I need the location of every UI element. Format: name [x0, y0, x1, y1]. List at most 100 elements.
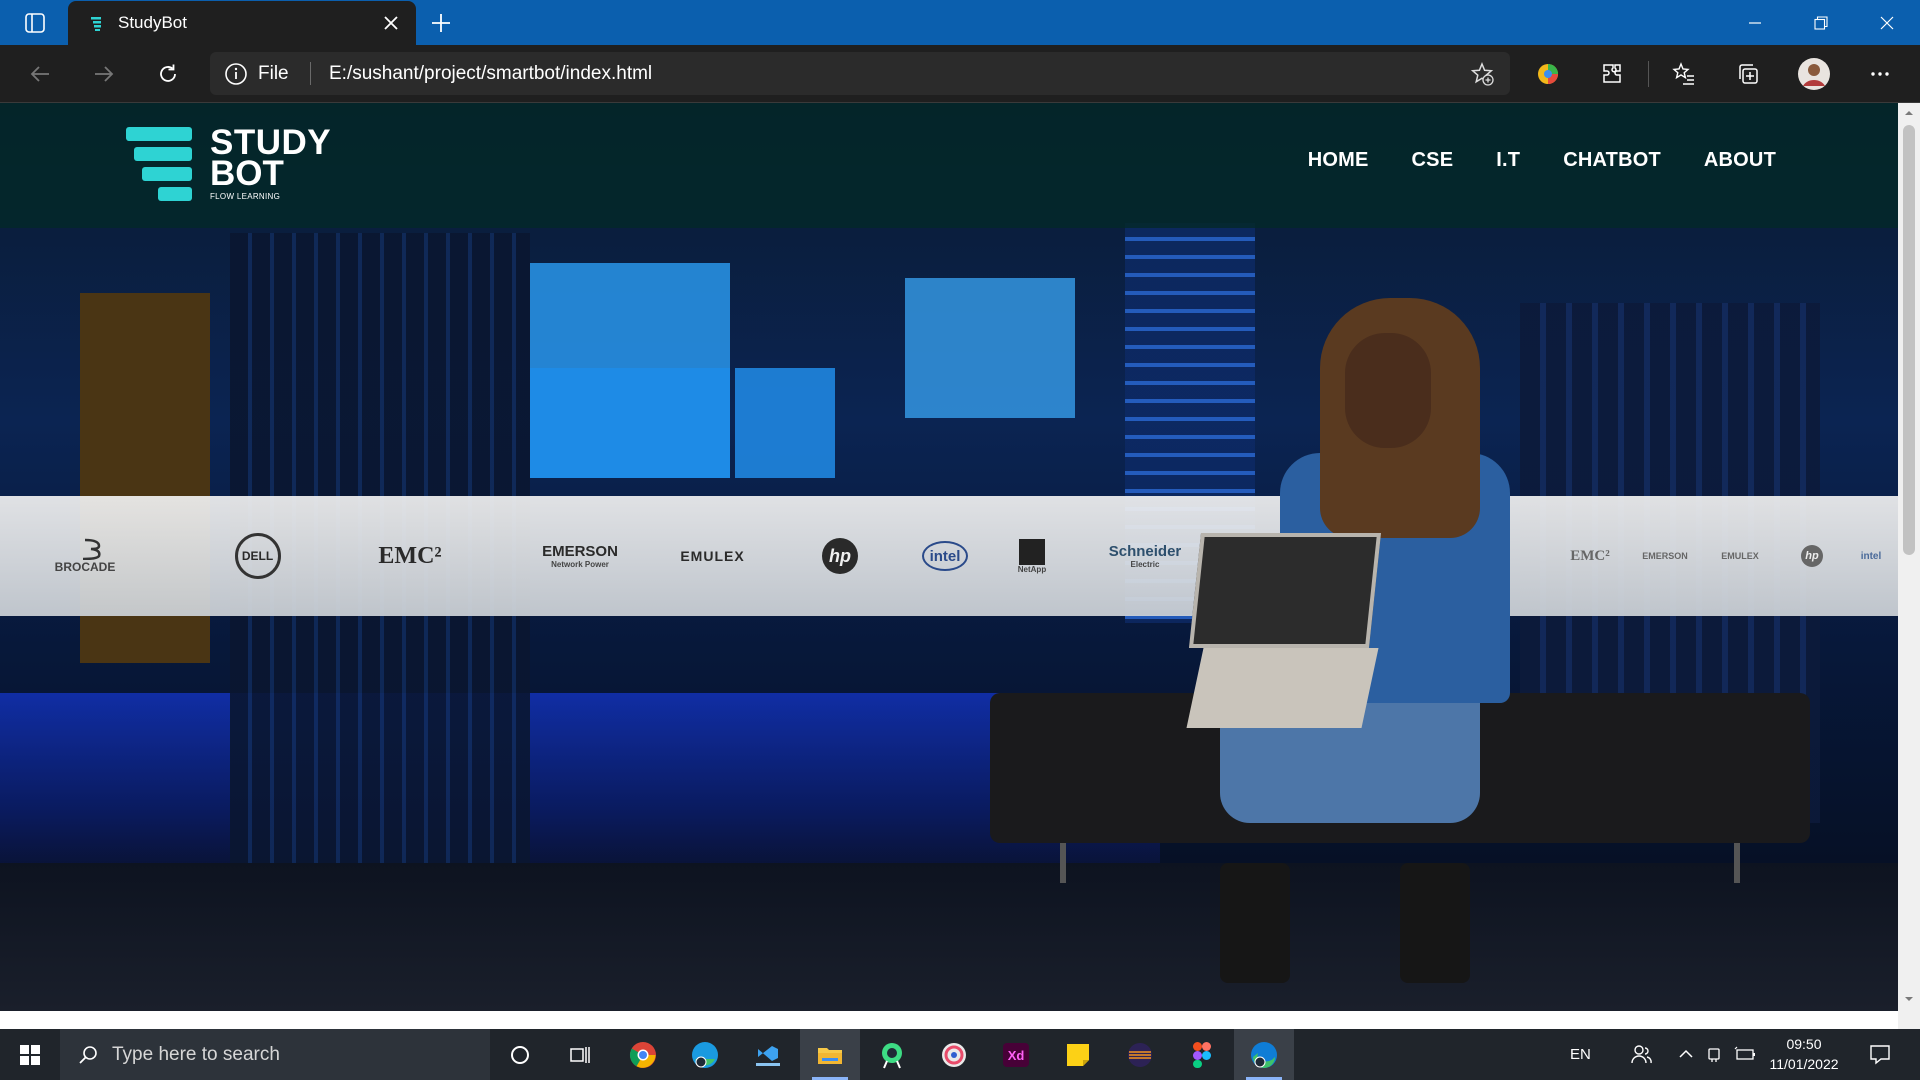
intel-logo: intel	[1860, 550, 1882, 562]
clock[interactable]: 09:50 11/01/2022	[1764, 1034, 1844, 1074]
studybot-favicon-icon	[91, 17, 101, 31]
logo-tagline: FLOW LEARNING	[210, 192, 281, 201]
language-indicator[interactable]: EN	[1570, 1029, 1591, 1080]
add-favorite-icon[interactable]	[1470, 62, 1494, 86]
intel-logo: intel	[920, 496, 970, 616]
figma-app[interactable]	[1172, 1029, 1232, 1080]
page-scrollbar[interactable]	[1898, 103, 1920, 1011]
eclipse-app[interactable]	[1110, 1029, 1170, 1080]
url-text[interactable]: E:/sushant/project/smartbot/index.html	[329, 52, 652, 95]
tab-close-button[interactable]	[380, 12, 402, 34]
nav-home[interactable]: HOME	[1308, 149, 1369, 172]
arrow-left-icon	[30, 66, 49, 82]
info-icon	[225, 62, 247, 85]
cortana-button[interactable]	[490, 1029, 550, 1080]
chevron-up-icon	[1679, 1049, 1693, 1058]
scroll-down-icon[interactable]	[1903, 993, 1915, 1005]
back-button[interactable]	[20, 54, 60, 94]
nav-about[interactable]: ABOUT	[1704, 149, 1776, 172]
address-bar[interactable]: File E:/sushant/project/smartbot/index.h…	[210, 52, 1510, 95]
site-info-button[interactable]: File	[224, 52, 289, 95]
forward-button[interactable]	[84, 54, 124, 94]
android-studio-app[interactable]	[862, 1029, 922, 1080]
close-icon	[1880, 16, 1894, 29]
browser-titlebar: StudyBot	[0, 0, 1920, 45]
davinci-icon	[942, 1042, 966, 1067]
android-studio-icon	[882, 1042, 902, 1068]
sticky-notes-icon	[1067, 1043, 1089, 1066]
chrome-app[interactable]	[613, 1029, 673, 1080]
file-explorer-icon	[818, 1047, 842, 1064]
davinci-app[interactable]	[924, 1029, 984, 1080]
site-info-label: File	[258, 62, 289, 84]
adobe-xd-app[interactable]: Xd	[986, 1029, 1046, 1080]
tab-actions-icon	[25, 12, 45, 33]
taskbar-search[interactable]: Type here to search	[60, 1029, 490, 1080]
site-nav: HOME CSE I.T CHATBOT ABOUT	[1308, 149, 1776, 172]
task-view-button[interactable]	[550, 1029, 610, 1080]
brand-banner: BROCADE DELL EMC² EMERSON Network Power …	[0, 496, 1898, 616]
arrow-right-icon	[95, 66, 114, 82]
battery-button[interactable]	[1733, 1042, 1757, 1066]
minimize-icon	[1749, 21, 1761, 24]
close-window-button[interactable]	[1854, 0, 1920, 45]
restore-button[interactable]	[1788, 0, 1854, 45]
vscode-app[interactable]	[738, 1029, 798, 1080]
emulex-logo: EMULEX	[1721, 551, 1759, 561]
emc-logo: EMC²	[378, 542, 442, 569]
network-button[interactable]	[1703, 1042, 1727, 1066]
eclipse-icon	[1128, 1042, 1152, 1067]
avatar	[1798, 58, 1830, 90]
hp-logo: hp	[820, 496, 860, 616]
nav-chatbot[interactable]: CHATBOT	[1563, 149, 1661, 172]
new-tab-button[interactable]	[424, 8, 458, 38]
show-hidden-icons-button[interactable]	[1674, 1042, 1698, 1066]
emerson-logo: EMERSON Network Power	[542, 543, 618, 569]
tab-actions-button[interactable]	[12, 6, 58, 39]
notification-icon	[1870, 1045, 1890, 1065]
file-explorer-app[interactable]	[800, 1029, 860, 1080]
task-view-icon	[570, 1046, 590, 1063]
settings-more-button[interactable]	[1862, 56, 1898, 92]
hero-laptop	[1188, 533, 1382, 648]
tab-title: StudyBot	[118, 13, 187, 32]
plus-icon	[432, 14, 450, 32]
profile-button[interactable]	[1796, 56, 1832, 92]
site-logo[interactable]: STUDY BOT FLOW LEARNING	[126, 125, 331, 207]
hero-monitor	[905, 278, 1075, 418]
figma-icon	[1193, 1041, 1211, 1068]
extension-colorful-button[interactable]	[1530, 56, 1566, 92]
close-icon	[384, 16, 398, 30]
collections-button[interactable]	[1730, 56, 1766, 92]
windows-logo-icon	[20, 1044, 40, 1065]
emerson-logo: EMERSON	[1642, 551, 1688, 561]
scroll-thumb[interactable]	[1903, 125, 1915, 555]
hero-person	[1400, 863, 1470, 983]
hero-person	[1220, 863, 1290, 983]
scroll-up-icon[interactable]	[1903, 107, 1915, 119]
refresh-icon	[160, 64, 176, 82]
hero-monitor	[530, 368, 730, 478]
people-button[interactable]	[1629, 1042, 1653, 1066]
minimize-button[interactable]	[1722, 0, 1788, 45]
favorites-button[interactable]	[1666, 56, 1702, 92]
edge-dev-app[interactable]	[675, 1029, 735, 1080]
browser-tab[interactable]: StudyBot	[68, 1, 416, 45]
refresh-button[interactable]	[148, 54, 188, 94]
cortana-icon	[511, 1045, 529, 1064]
page-viewport: BROCADE DELL EMC² EMERSON Network Power …	[0, 103, 1898, 1011]
color-extension-icon	[1538, 64, 1558, 84]
brocade-mark-icon	[82, 538, 101, 560]
toolbar-divider	[1648, 61, 1649, 87]
network-icon	[1708, 1048, 1720, 1062]
notifications-button[interactable]	[1868, 1042, 1892, 1066]
nav-cse[interactable]: CSE	[1412, 149, 1454, 172]
edge-app[interactable]	[1234, 1029, 1294, 1080]
nav-it[interactable]: I.T	[1496, 149, 1520, 172]
start-button[interactable]	[0, 1029, 60, 1080]
sticky-notes-app[interactable]	[1048, 1029, 1108, 1080]
extensions-button[interactable]	[1594, 56, 1630, 92]
chrome-icon	[629, 1041, 656, 1068]
site-header: STUDY BOT FLOW LEARNING HOME CSE I.T CHA…	[0, 103, 1898, 228]
restore-icon	[1814, 15, 1828, 30]
